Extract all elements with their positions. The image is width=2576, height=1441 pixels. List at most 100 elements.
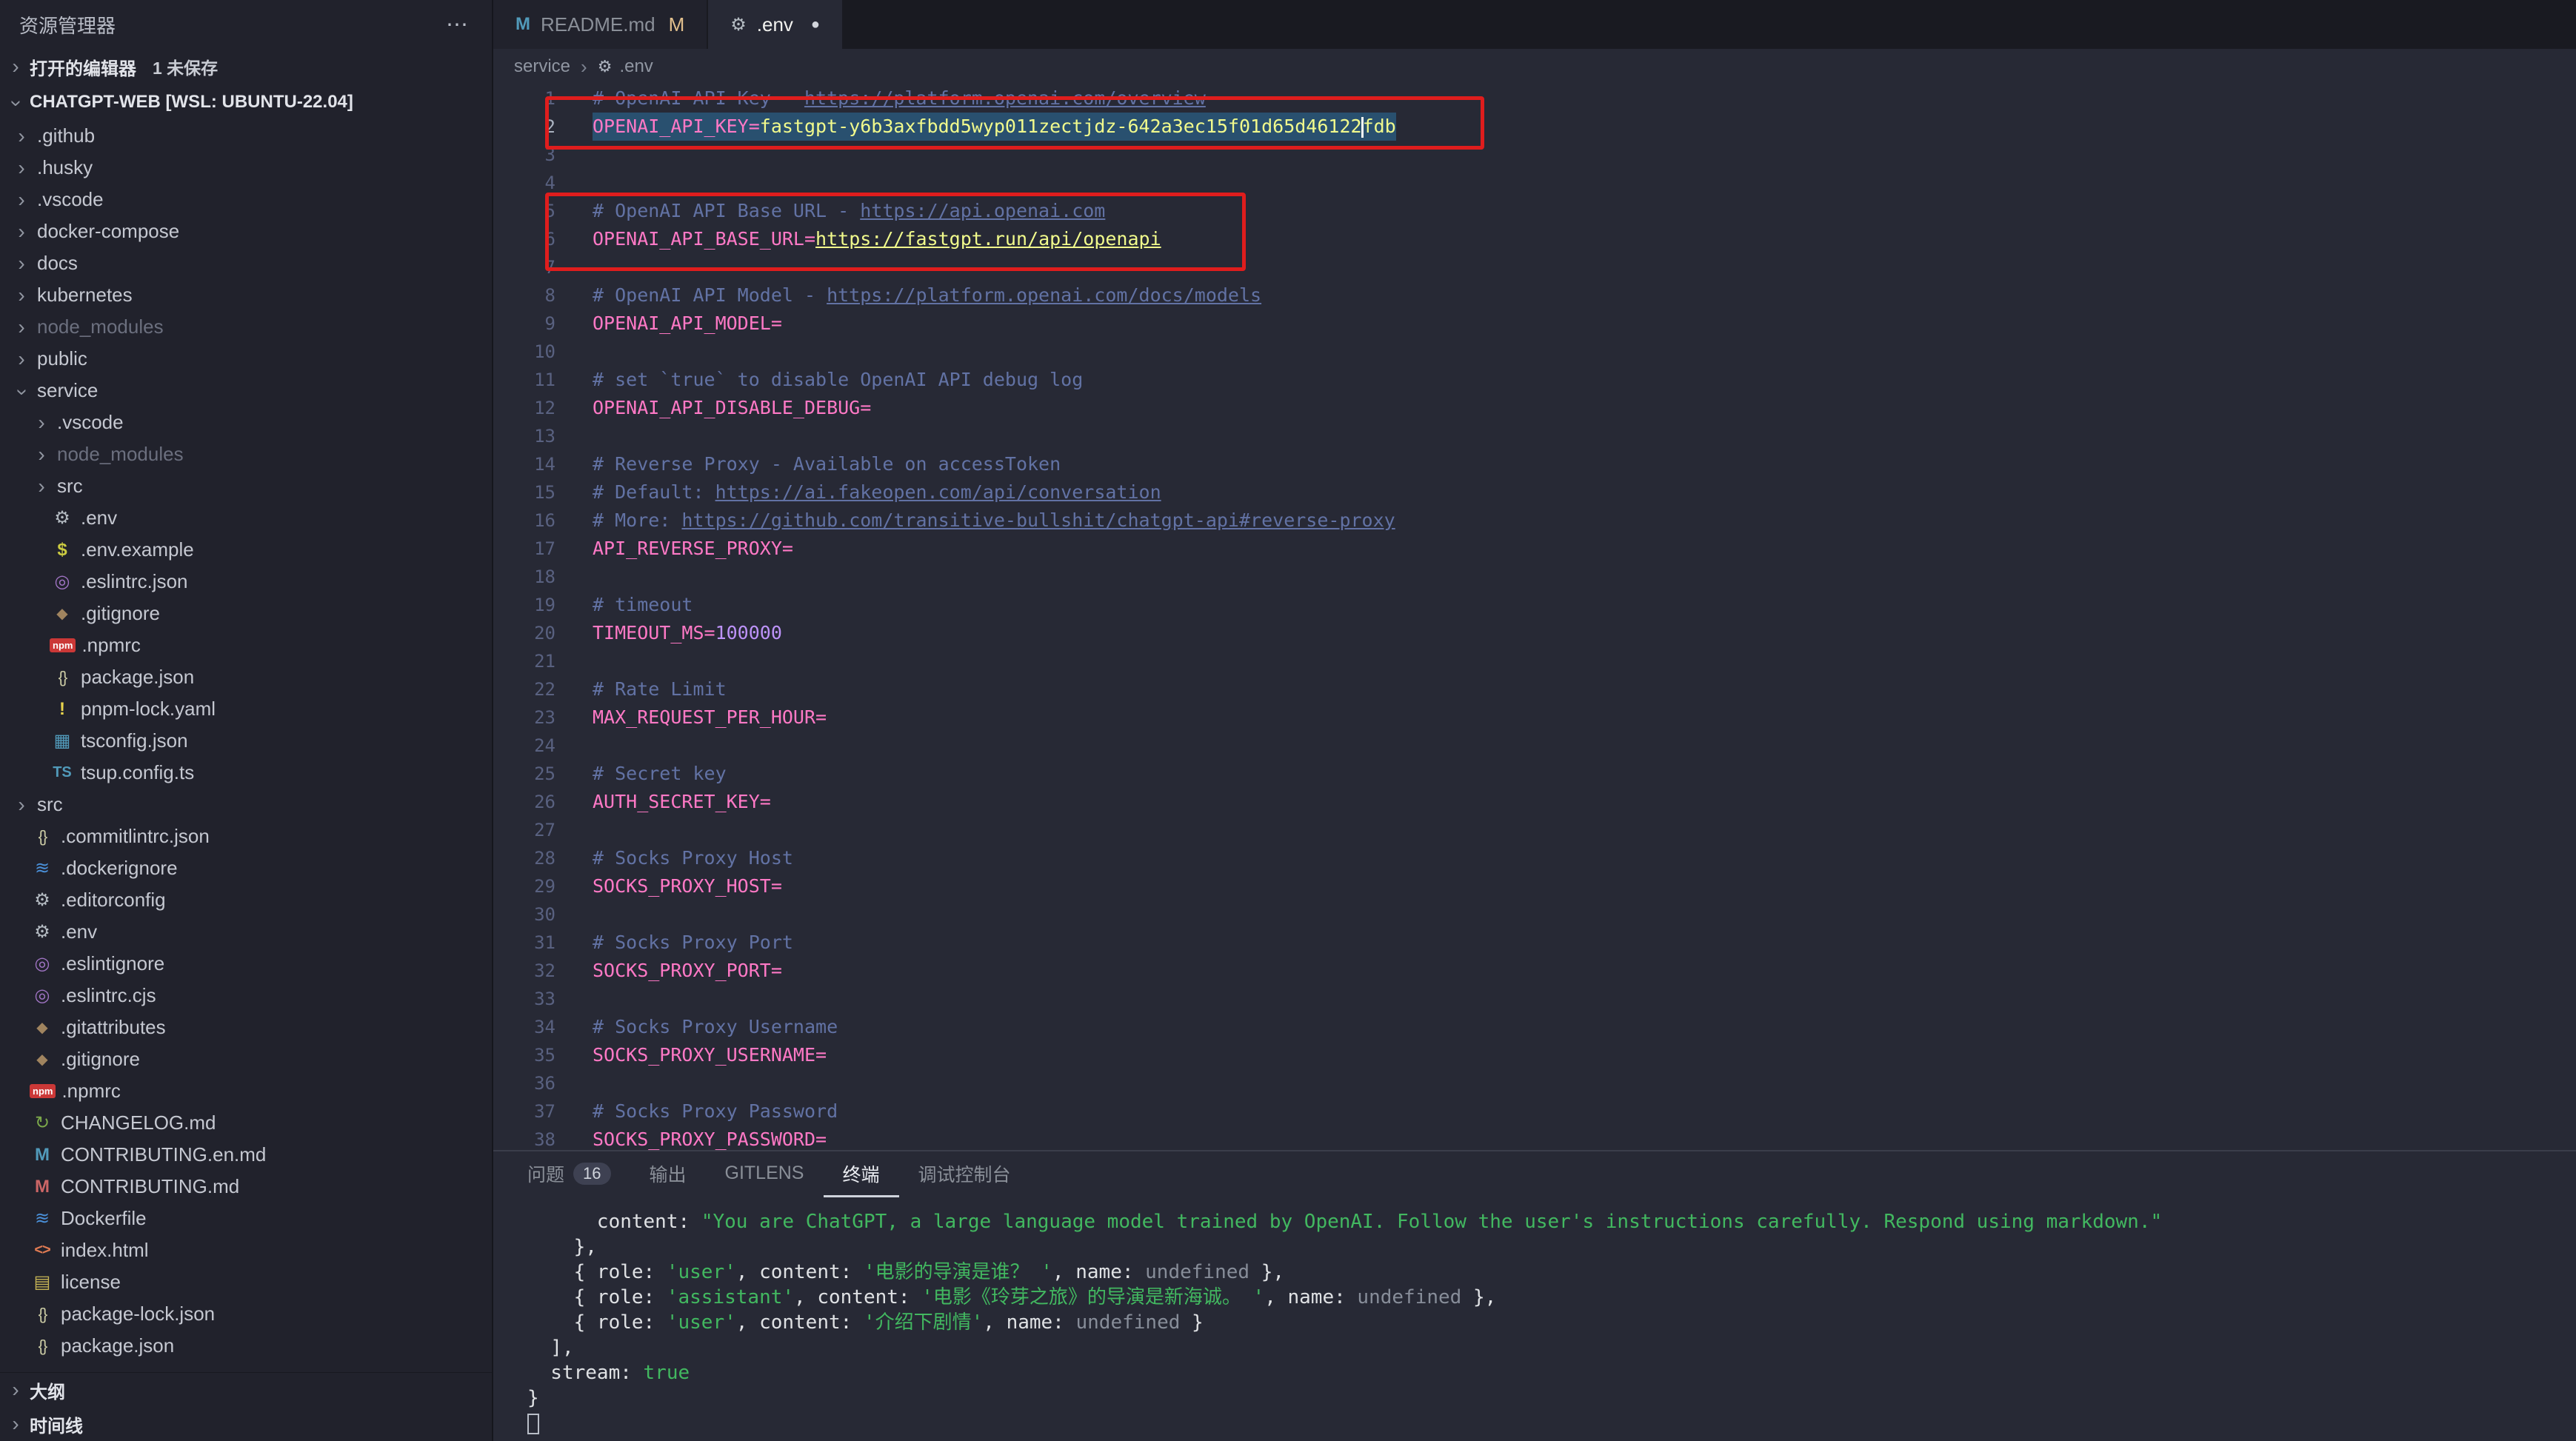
editor[interactable]: 1# OpenAI API Key - https://platform.ope… (493, 84, 2576, 1150)
panel-tab-debug-console[interactable]: 调试控制台 (899, 1151, 1030, 1197)
tree-item-eslintignore[interactable]: ◎.eslintignore (0, 948, 492, 980)
code-line[interactable]: 31# Socks Proxy Port (493, 929, 2576, 957)
tree-item-contributing-md[interactable]: MCONTRIBUTING.md (0, 1171, 492, 1203)
panel-tab-terminal[interactable]: 终端 (824, 1151, 899, 1197)
tree-item-commitlintrc-json[interactable]: {}.commitlintrc.json (0, 820, 492, 852)
terminal[interactable]: content: "You are ChatGPT, a large langu… (493, 1197, 2576, 1441)
panel-tab-problems[interactable]: 问题16 (508, 1151, 630, 1197)
code-line[interactable]: 9OPENAI_API_MODEL= (493, 310, 2576, 338)
code-line[interactable]: 2OPENAI_API_KEY=fastgpt-y6b3axfbdd5wyp01… (493, 113, 2576, 141)
code-line[interactable]: 16# More: https://github.com/transitive-… (493, 506, 2576, 535)
tree-item-gitignore[interactable]: ◆.gitignore (0, 1043, 492, 1075)
code-line[interactable]: 25# Secret key (493, 760, 2576, 788)
tree-item-changelog-md[interactable]: ↻CHANGELOG.md (0, 1107, 492, 1139)
tree-item-license[interactable]: ▤license (0, 1266, 492, 1298)
code-line[interactable]: 24 (493, 732, 2576, 760)
code-line[interactable]: 5# OpenAI API Base URL - https://api.ope… (493, 197, 2576, 225)
code-line[interactable]: 11# set `true` to disable OpenAI API deb… (493, 366, 2576, 394)
tree-item-docker-compose[interactable]: ›docker-compose (0, 215, 492, 247)
code-line[interactable]: 33 (493, 985, 2576, 1013)
tab-env[interactable]: ⚙.env● (708, 0, 844, 49)
code-line[interactable]: 6OPENAI_API_BASE_URL=https://fastgpt.run… (493, 225, 2576, 253)
tree-item-gitignore[interactable]: ◆.gitignore (0, 598, 492, 629)
tree-item-kubernetes[interactable]: ›kubernetes (0, 279, 492, 311)
code-line[interactable]: 21 (493, 647, 2576, 675)
code-line[interactable]: 7 (493, 253, 2576, 281)
more-actions-icon[interactable]: ⋯ (446, 12, 470, 38)
tree-item-contributing-en-md[interactable]: MCONTRIBUTING.en.md (0, 1139, 492, 1171)
tree-item-index-html[interactable]: <>index.html (0, 1234, 492, 1266)
tree-item-gitattributes[interactable]: ◆.gitattributes (0, 1012, 492, 1043)
project-root-section[interactable]: › CHATGPT-WEB [WSL: UBUNTU-22.04] (0, 84, 492, 120)
tree-item-package-json[interactable]: {}package.json (0, 661, 492, 693)
tree-item-src[interactable]: ›src (0, 789, 492, 820)
breadcrumb-segment-folder[interactable]: service (514, 56, 570, 77)
code-line[interactable]: 35SOCKS_PROXY_USERNAME= (493, 1041, 2576, 1069)
tree-item-github[interactable]: ›.github (0, 120, 492, 152)
tree-item-pnpm-lock-yaml[interactable]: !pnpm-lock.yaml (0, 693, 492, 725)
tree-item-node-modules[interactable]: ›node_modules (0, 438, 492, 470)
panel-tab-output[interactable]: 输出 (630, 1151, 706, 1197)
code-line[interactable]: 28# Socks Proxy Host (493, 844, 2576, 872)
tree-item-env-example[interactable]: $.env.example (0, 534, 492, 566)
tree-item-tsup-config-ts[interactable]: TStsup.config.ts (0, 757, 492, 789)
tree-item-tsconfig-json[interactable]: ▦tsconfig.json (0, 725, 492, 757)
code-token: https://github.com/transitive-bullshit/c… (681, 509, 1395, 531)
tree-item-public[interactable]: ›public (0, 343, 492, 375)
code-line[interactable]: 36 (493, 1069, 2576, 1097)
tree-item-vscode[interactable]: ›.vscode (0, 407, 492, 438)
breadcrumb-segment-file[interactable]: ⚙.env (598, 56, 653, 77)
tree-item-package-json[interactable]: {}package.json (0, 1330, 492, 1362)
tree-item-node-modules[interactable]: ›node_modules (0, 311, 492, 343)
tree-item-src[interactable]: ›src (0, 470, 492, 502)
tree-item-env[interactable]: ⚙.env (0, 916, 492, 948)
tree-item-docs[interactable]: ›docs (0, 247, 492, 279)
code-line[interactable]: 34# Socks Proxy Username (493, 1013, 2576, 1041)
code-line[interactable]: 8# OpenAI API Model - https://platform.o… (493, 281, 2576, 310)
terminal-text: { role: (527, 1311, 667, 1334)
code-token: OPENAI_API_BASE_URL (593, 228, 804, 250)
code-line[interactable]: 4 (493, 169, 2576, 197)
tree-item-package-lock-json[interactable]: {}package-lock.json (0, 1298, 492, 1330)
code-line[interactable]: 27 (493, 816, 2576, 844)
code-line[interactable]: 3 (493, 141, 2576, 169)
tree-item-service[interactable]: ›service (0, 375, 492, 407)
code-token: # Default: (593, 481, 715, 503)
outline-section[interactable]: › 大纲 (0, 1373, 492, 1407)
breadcrumb[interactable]: service›⚙.env (493, 49, 2576, 84)
tree-item-npmrc[interactable]: npm.npmrc (0, 629, 492, 661)
tree-item-vscode[interactable]: ›.vscode (0, 184, 492, 215)
code-line[interactable]: 37# Socks Proxy Password (493, 1097, 2576, 1126)
open-editors-section[interactable]: › 打开的编辑器 1 未保存 (0, 49, 492, 84)
panel-tab-gitlens[interactable]: GITLENS (706, 1151, 824, 1197)
code-line[interactable]: 30 (493, 900, 2576, 929)
tree-item-eslintrc-json[interactable]: ◎.eslintrc.json (0, 566, 492, 598)
code-line[interactable]: 38SOCKS_PROXY_PASSWORD= (493, 1126, 2576, 1150)
tree-item-eslintrc-cjs[interactable]: ◎.eslintrc.cjs (0, 980, 492, 1012)
timeline-section[interactable]: › 时间线 (0, 1407, 492, 1441)
tree-item-editorconfig[interactable]: ⚙.editorconfig (0, 884, 492, 916)
tab-readme-md[interactable]: MREADME.mdM (493, 0, 708, 49)
code-line[interactable]: 18 (493, 563, 2576, 591)
terminal-text: 'assistant' (667, 1286, 794, 1308)
tree-item-husky[interactable]: ›.husky (0, 152, 492, 184)
code-line[interactable]: 1# OpenAI API Key - https://platform.ope… (493, 84, 2576, 113)
tree-item-dockerignore[interactable]: ≋.dockerignore (0, 852, 492, 884)
code-line[interactable]: 20TIMEOUT_MS=100000 (493, 619, 2576, 647)
code-line[interactable]: 17API_REVERSE_PROXY= (493, 535, 2576, 563)
code-line[interactable]: 26AUTH_SECRET_KEY= (493, 788, 2576, 816)
tree-item-dockerfile[interactable]: ≋Dockerfile (0, 1203, 492, 1234)
code-line[interactable]: 14# Reverse Proxy - Available on accessT… (493, 450, 2576, 478)
code-line[interactable]: 23MAX_REQUEST_PER_HOUR= (493, 703, 2576, 732)
code-line[interactable]: 32SOCKS_PROXY_PORT= (493, 957, 2576, 985)
terminal-text: { role: (527, 1261, 667, 1283)
tree-item-npmrc[interactable]: npm.npmrc (0, 1075, 492, 1107)
code-line[interactable]: 15# Default: https://ai.fakeopen.com/api… (493, 478, 2576, 506)
tree-item-env[interactable]: ⚙.env (0, 502, 492, 534)
code-line[interactable]: 19# timeout (493, 591, 2576, 619)
code-line[interactable]: 10 (493, 338, 2576, 366)
code-line[interactable]: 29SOCKS_PROXY_HOST= (493, 872, 2576, 900)
code-line[interactable]: 13 (493, 422, 2576, 450)
code-line[interactable]: 12OPENAI_API_DISABLE_DEBUG= (493, 394, 2576, 422)
code-line[interactable]: 22# Rate Limit (493, 675, 2576, 703)
